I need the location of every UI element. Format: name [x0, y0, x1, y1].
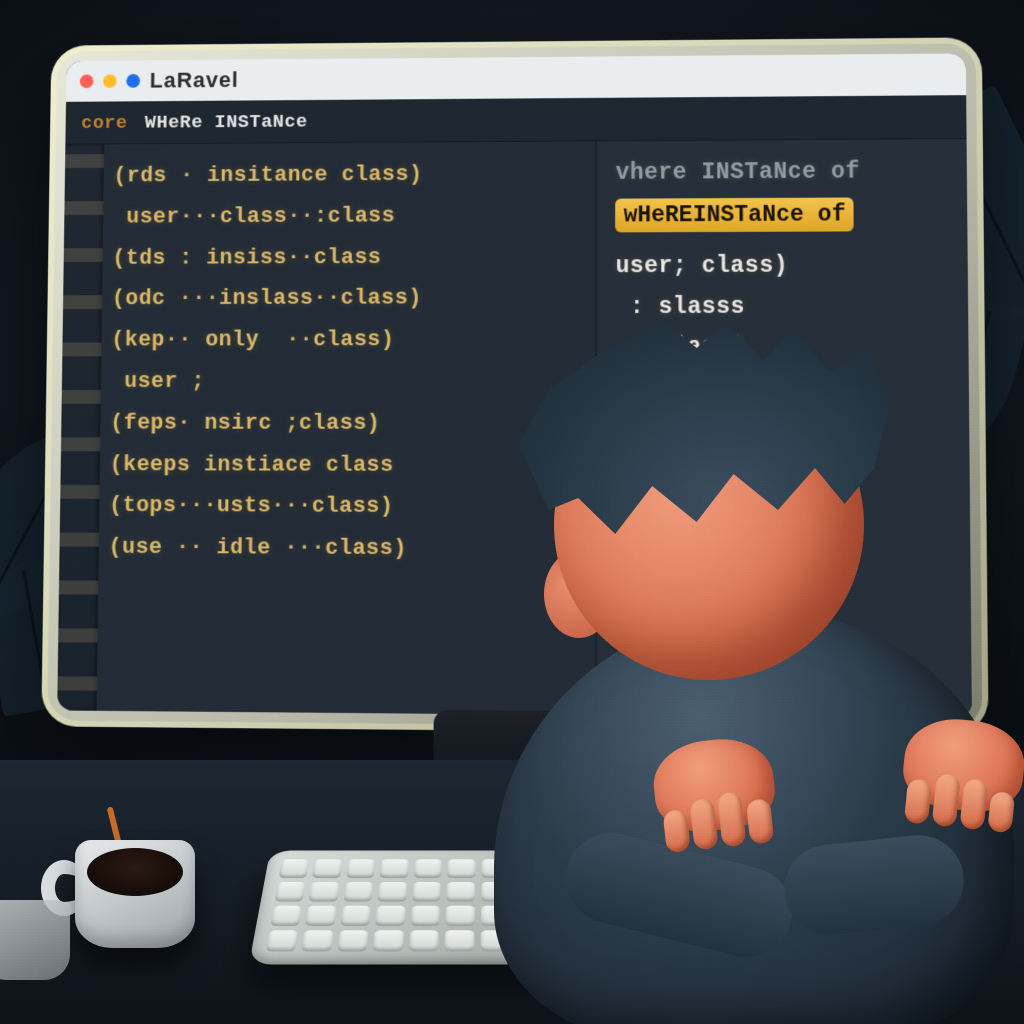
tab-token-left: core: [81, 112, 128, 134]
code-line: (use ·· idle ···class): [108, 527, 585, 571]
line-number-gutter: [57, 144, 104, 710]
illustration-scene: LaRavel core WHeRe INSTaNce (rds · insit…: [0, 0, 1024, 1024]
code-line: user···class··:class: [113, 195, 586, 238]
coffee-mug: [55, 840, 205, 960]
mouse-cable: [912, 790, 914, 850]
traffic-light-min-icon: [103, 74, 117, 88]
code-line: (tds : insiss··class: [112, 236, 585, 279]
code-line: user; class): [616, 245, 950, 286]
code-line: : class): [616, 326, 951, 367]
code-line: (kep·· only ··class): [111, 319, 585, 361]
code-line: (rds · insitance class): [113, 153, 585, 197]
code-line: (odc ···inslass··class): [112, 278, 586, 320]
traffic-light-close-icon: [80, 74, 94, 88]
mouse: [873, 846, 944, 876]
suggestion-highlight: wHeREINSTaNce of: [616, 198, 854, 233]
window-titlebar: LaRavel: [66, 53, 966, 101]
tab-strip: core WHeRe INSTaNce: [65, 95, 966, 145]
code-line: (keeps instiace class: [109, 444, 585, 487]
code-line: (tops···usts···class): [109, 485, 585, 528]
code-line: : slasss: [616, 286, 950, 327]
second-mug: [0, 900, 70, 980]
code-line: (feps· nsirc ;class): [110, 403, 585, 445]
monitor: LaRavel core WHeRe INSTaNce (rds · insit…: [41, 37, 988, 735]
keyboard: [249, 851, 741, 965]
editor-right-pane: vhere INSTaNce of wHeREINSTaNce of user;…: [595, 139, 972, 718]
suggestion-dim: vhere INSTaNce of: [616, 151, 949, 193]
traffic-light-max-icon: [126, 74, 140, 88]
tab-token-main: WHeRe INSTaNce: [145, 110, 308, 133]
editor-left-pane: (rds · insitance class) user···class··:c…: [57, 141, 595, 715]
window-title: LaRavel: [150, 67, 239, 93]
editor-split: (rds · insitance class) user···class··:c…: [57, 139, 972, 718]
screen: LaRavel core WHeRe INSTaNce (rds · insit…: [57, 53, 972, 718]
code-line: user ;: [111, 361, 586, 403]
